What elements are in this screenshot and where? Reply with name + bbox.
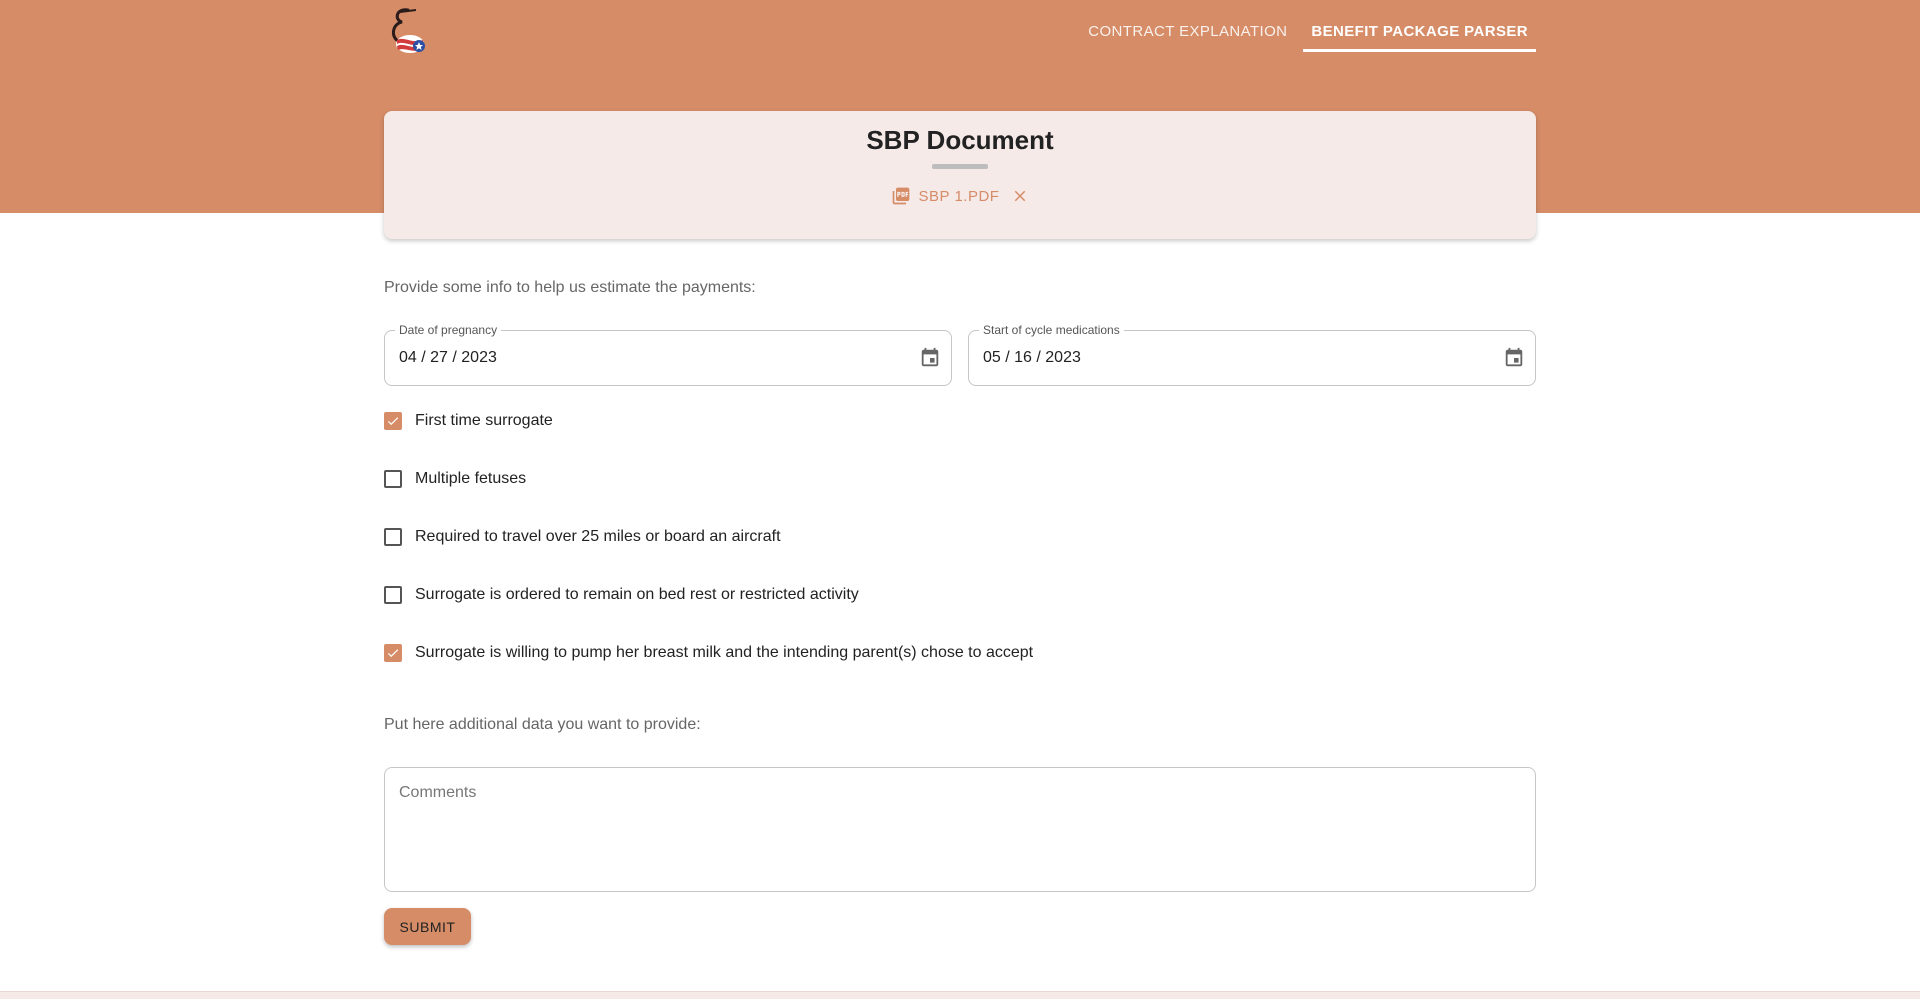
checkbox[interactable]	[384, 644, 402, 662]
checkbox[interactable]	[384, 412, 402, 430]
checkbox[interactable]	[384, 586, 402, 604]
file-chip: SBP 1.PDF	[384, 186, 1536, 206]
footer-strip	[0, 991, 1920, 999]
submit-button[interactable]: SUBMIT	[384, 908, 471, 945]
tab-contract-explanation[interactable]: CONTRACT EXPLANATION	[1080, 10, 1295, 52]
check-icon	[387, 649, 399, 658]
checkbox[interactable]	[384, 470, 402, 488]
title-divider	[932, 164, 988, 169]
checkbox-label: Surrogate is ordered to remain on bed re…	[415, 586, 859, 603]
checkbox-first-time-surrogate[interactable]: First time surrogate	[384, 412, 553, 430]
close-icon[interactable]	[1011, 187, 1029, 205]
start-of-cycle-value[interactable]: 05 / 16 / 2023	[983, 349, 1081, 367]
pdf-icon	[892, 187, 909, 205]
checkbox-label: Surrogate is willing to pump her breast …	[415, 644, 1034, 661]
checkbox-travel[interactable]: Required to travel over 25 miles or boar…	[384, 528, 781, 546]
tab-benefit-package-parser[interactable]: BENEFIT PACKAGE PARSER	[1303, 10, 1536, 52]
additional-data-label: Put here additional data you want to pro…	[384, 716, 701, 733]
date-of-pregnancy-field[interactable]: Date of pregnancy 04 / 27 / 2023	[384, 323, 952, 386]
date-of-pregnancy-label: Date of pregnancy	[395, 323, 502, 337]
checkbox-label: First time surrogate	[415, 412, 553, 429]
start-of-cycle-label: Start of cycle medications	[979, 323, 1124, 337]
form-intro: Provide some info to help us estimate th…	[384, 279, 756, 296]
comments-input[interactable]	[384, 767, 1536, 892]
checkbox-bed-rest[interactable]: Surrogate is ordered to remain on bed re…	[384, 586, 859, 604]
checkbox-breast-milk[interactable]: Surrogate is willing to pump her breast …	[384, 644, 1033, 662]
checkbox-label: Multiple fetuses	[415, 470, 527, 487]
document-card: SBP Document SBP 1.PDF	[384, 111, 1536, 239]
logo[interactable]	[386, 6, 430, 58]
document-title: SBP Document	[866, 125, 1054, 155]
calendar-icon[interactable]	[919, 347, 941, 369]
checkbox[interactable]	[384, 528, 402, 546]
start-of-cycle-field[interactable]: Start of cycle medications 05 / 16 / 202…	[968, 323, 1536, 386]
checkbox-label: Required to travel over 25 miles or boar…	[415, 528, 781, 545]
main-nav: CONTRACT EXPLANATION BENEFIT PACKAGE PAR…	[1080, 10, 1536, 52]
date-of-pregnancy-value[interactable]: 04 / 27 / 2023	[399, 349, 497, 367]
calendar-icon[interactable]	[1503, 347, 1525, 369]
check-icon	[387, 417, 399, 426]
checkbox-multiple-fetuses[interactable]: Multiple fetuses	[384, 470, 526, 488]
file-name[interactable]: SBP 1.PDF	[919, 188, 1000, 205]
